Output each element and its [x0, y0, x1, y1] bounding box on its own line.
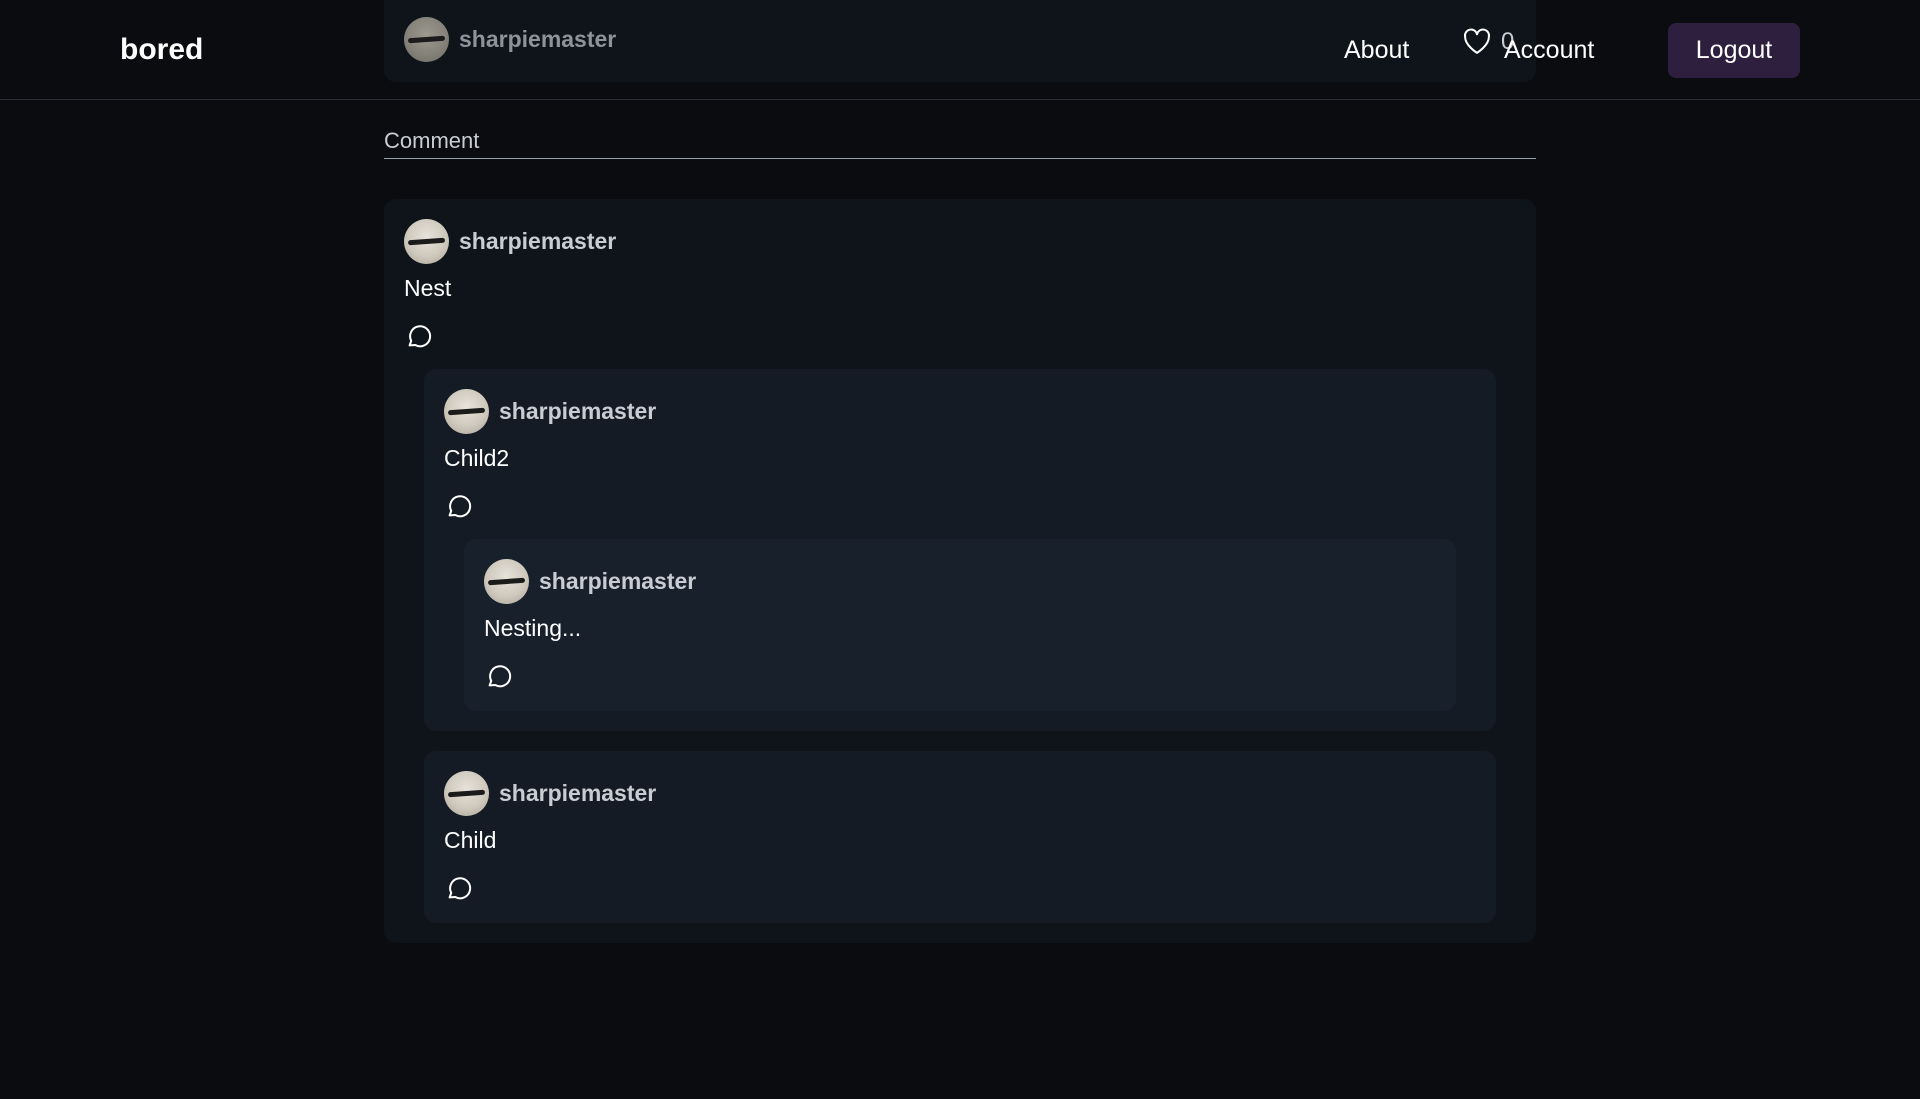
comment-card: sharpiemaster Child	[424, 751, 1496, 923]
comment-card: sharpiemaster Nesting...	[464, 539, 1456, 711]
avatar[interactable]	[404, 17, 449, 62]
author-row: sharpiemaster	[444, 389, 1476, 434]
comment-text: Child2	[444, 445, 510, 471]
avatar[interactable]	[444, 389, 489, 434]
nav-link-about[interactable]: About	[1344, 36, 1409, 65]
comment-input[interactable]: Comment	[384, 127, 1536, 159]
reply-icon[interactable]	[484, 661, 514, 691]
avatar[interactable]	[404, 219, 449, 264]
username[interactable]: sharpiemaster	[539, 568, 696, 595]
comment-text: Nesting...	[484, 615, 582, 641]
comment-card: sharpiemaster Child2 sharpiemaster Nesti…	[424, 369, 1496, 731]
comment-text: Nest	[404, 275, 452, 301]
reply-icon[interactable]	[444, 873, 474, 903]
username[interactable]: sharpiemaster	[459, 228, 616, 255]
reply-icon[interactable]	[404, 321, 434, 351]
nav-link-account[interactable]: Account	[1504, 36, 1594, 65]
comment-thread: sharpiemaster Nest sharpiemaster Child2	[384, 199, 1536, 1099]
logout-button[interactable]: Logout	[1668, 23, 1800, 78]
username[interactable]: sharpiemaster	[459, 26, 616, 53]
comment-replies: sharpiemaster Nesting...	[444, 539, 1476, 711]
avatar[interactable]	[484, 559, 529, 604]
username[interactable]: sharpiemaster	[499, 780, 656, 807]
comment-card: sharpiemaster Nest sharpiemaster Child2	[384, 199, 1536, 943]
username[interactable]: sharpiemaster	[499, 398, 656, 425]
author-row: sharpiemaster	[404, 17, 616, 62]
author-row: sharpiemaster	[444, 771, 1476, 816]
avatar[interactable]	[444, 771, 489, 816]
heart-icon[interactable]	[1462, 27, 1492, 55]
brand-logo[interactable]: bored	[120, 33, 203, 67]
comment-text: Child	[444, 827, 497, 853]
author-row: sharpiemaster	[404, 219, 1516, 264]
reply-icon[interactable]	[444, 491, 474, 521]
author-row: sharpiemaster	[484, 559, 1436, 604]
comment-replies: sharpiemaster Child2 sharpiemaster Nesti…	[404, 369, 1516, 923]
